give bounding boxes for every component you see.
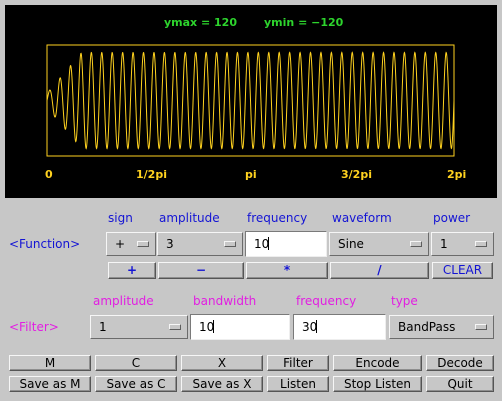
bandwidth-input[interactable]: 10 (190, 314, 290, 340)
listen-button[interactable]: Listen (267, 376, 329, 392)
type-header: type (391, 294, 418, 308)
plus-button[interactable]: + (108, 262, 156, 279)
save-as-c-button[interactable]: Save as C (95, 376, 177, 392)
filter-amplitude-header: amplitude (93, 294, 154, 308)
quit-button[interactable]: Quit (426, 376, 494, 392)
text-caret (316, 320, 318, 333)
filter-type-value: BandPass (398, 320, 456, 334)
dropdown-arrow-icon (475, 241, 487, 247)
decode-button[interactable]: Decode (426, 355, 494, 371)
filter-frequency-header: frequency (296, 294, 357, 308)
x-tick-three-half-pi: 3/2pi (341, 168, 372, 181)
dropdown-arrow-icon (410, 241, 422, 247)
function-amplitude-header: amplitude (159, 211, 220, 225)
waveform-select[interactable]: Sine (329, 232, 429, 256)
x-button[interactable]: X (181, 355, 263, 371)
text-caret (213, 320, 215, 333)
power-value: 1 (440, 237, 448, 251)
stop-listen-button[interactable]: Stop Listen (333, 376, 422, 392)
function-row-label: <Function> (9, 237, 81, 251)
filter-row-label: <Filter> (9, 320, 59, 334)
filter-amplitude-select[interactable]: 1 (90, 315, 188, 339)
c-button[interactable]: C (95, 355, 177, 371)
bandwidth-value: 10 (199, 320, 215, 334)
waveform-header: waveform (332, 211, 392, 225)
filter-amplitude-value: 1 (99, 320, 107, 334)
dropdown-arrow-icon (137, 241, 149, 247)
filter-frequency-input[interactable]: 30 (293, 314, 386, 340)
encode-button[interactable]: Encode (333, 355, 422, 371)
waveform-value: Sine (338, 237, 364, 251)
bandwidth-header: bandwidth (193, 294, 257, 308)
x-tick-half-pi: 1/2pi (136, 168, 167, 181)
dropdown-arrow-icon (475, 324, 487, 330)
x-tick-2pi: 2pi (447, 168, 467, 181)
function-frequency-header: frequency (247, 211, 308, 225)
clear-button[interactable]: CLEAR (432, 262, 493, 279)
sine-wave (46, 51, 455, 150)
filter-type-select[interactable]: BandPass (389, 315, 494, 339)
power-header: power (433, 211, 471, 225)
dropdown-arrow-icon (169, 324, 181, 330)
filter-button[interactable]: Filter (267, 355, 329, 371)
dropdown-arrow-icon (224, 241, 236, 247)
multiply-button[interactable]: * (246, 262, 328, 279)
function-amplitude-value: 3 (166, 237, 174, 251)
filter-frequency-value: 30 (302, 320, 318, 334)
m-button[interactable]: M (9, 355, 91, 371)
sign-select[interactable]: + (106, 232, 156, 256)
waveform-plot: ymax = 120 ymin = −120 0 1/2pi pi 3/2pi … (5, 5, 497, 198)
x-tick-pi: pi (245, 168, 257, 181)
save-as-x-button[interactable]: Save as X (181, 376, 263, 392)
save-as-m-button[interactable]: Save as M (9, 376, 91, 392)
x-tick-0: 0 (45, 168, 53, 181)
power-select[interactable]: 1 (431, 232, 494, 256)
function-frequency-value: 10 (254, 237, 270, 251)
function-amplitude-select[interactable]: 3 (157, 232, 243, 256)
sign-header: sign (108, 211, 133, 225)
divide-button[interactable]: / (330, 262, 429, 279)
minus-button[interactable]: − (158, 262, 244, 279)
function-frequency-input[interactable]: 10 (245, 231, 327, 257)
text-caret (268, 237, 270, 250)
sign-value: + (115, 237, 126, 251)
